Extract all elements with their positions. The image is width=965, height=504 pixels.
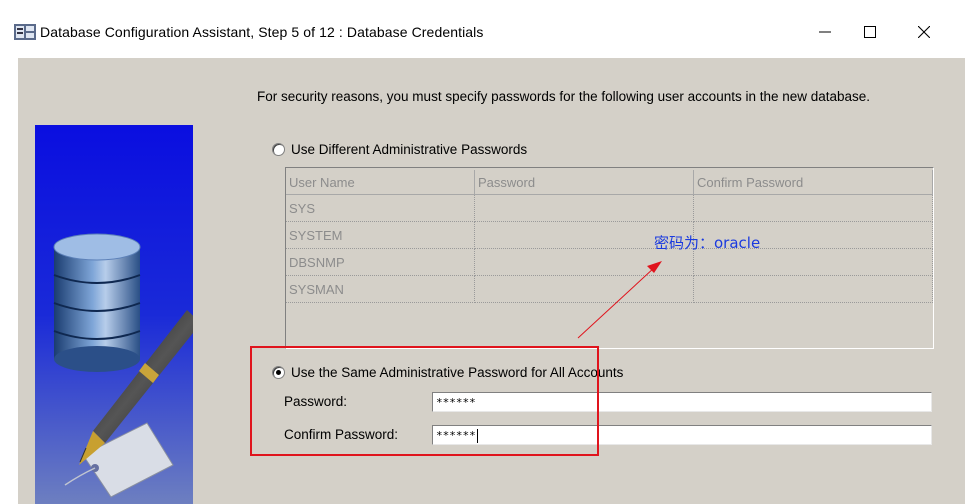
database-icon bbox=[53, 233, 141, 372]
radio-different[interactable] bbox=[272, 143, 285, 156]
table-row: SYSTEM bbox=[286, 221, 933, 249]
option-different-label: Use Different Administrative Passwords bbox=[291, 142, 528, 157]
password-field[interactable]: ****** bbox=[432, 392, 932, 412]
username-cell: SYSTEM bbox=[286, 221, 475, 249]
confirm-password-value: ****** bbox=[436, 429, 476, 442]
confirm-cell bbox=[693, 194, 933, 222]
table-row: DBSNMP bbox=[286, 248, 933, 276]
close-icon bbox=[918, 26, 930, 38]
column-header: Password bbox=[474, 170, 694, 195]
table-header-row: User Name Password Confirm Password bbox=[286, 170, 933, 195]
minimize-button[interactable] bbox=[805, 14, 845, 50]
maximize-button[interactable] bbox=[850, 14, 890, 50]
title-bar: Database Configuration Assistant, Step 5… bbox=[0, 0, 965, 58]
text-caret bbox=[476, 429, 478, 443]
confirm-password-label: Confirm Password: bbox=[284, 427, 399, 442]
username-cell: SYSMAN bbox=[286, 275, 475, 303]
close-button[interactable] bbox=[904, 14, 944, 50]
radio-same[interactable] bbox=[272, 366, 285, 379]
username-cell: DBSNMP bbox=[286, 248, 475, 276]
table-row: SYS bbox=[286, 194, 933, 222]
app-icon bbox=[14, 24, 36, 40]
maximize-icon bbox=[864, 26, 876, 38]
password-cell bbox=[474, 275, 694, 303]
confirm-password-field[interactable]: ****** bbox=[432, 425, 932, 445]
password-label: Password: bbox=[284, 394, 348, 409]
password-value: ****** bbox=[436, 396, 476, 409]
column-header: Confirm Password bbox=[693, 170, 933, 195]
confirm-cell bbox=[693, 275, 933, 303]
column-header: User Name bbox=[286, 170, 475, 195]
banner-illustration bbox=[35, 125, 193, 504]
password-cell bbox=[474, 194, 694, 222]
option-different-passwords[interactable]: Use Different Administrative Passwords bbox=[272, 142, 527, 157]
option-same-label: Use the Same Administrative Password for… bbox=[291, 365, 624, 380]
table-row: SYSMAN bbox=[286, 275, 933, 303]
option-same-password[interactable]: Use the Same Administrative Password for… bbox=[272, 365, 623, 380]
annotation-text: 密码为：oracle bbox=[654, 234, 761, 252]
minimize-icon bbox=[819, 31, 831, 33]
username-cell: SYS bbox=[286, 194, 475, 222]
intro-text: For security reasons, you must specify p… bbox=[257, 89, 871, 104]
window-title: Database Configuration Assistant, Step 5… bbox=[40, 24, 484, 40]
accounts-table: User Name Password Confirm Password SYS … bbox=[285, 167, 934, 349]
